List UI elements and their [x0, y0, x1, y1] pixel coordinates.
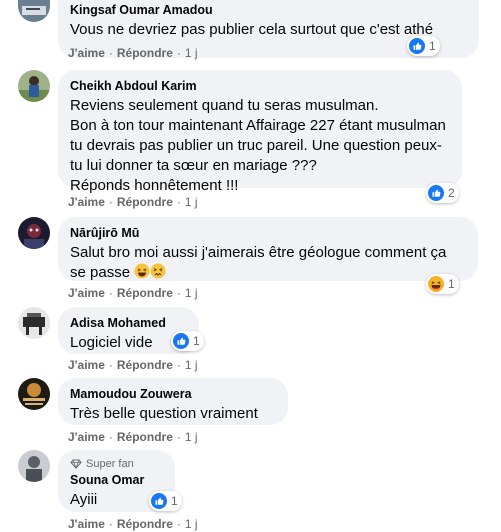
timestamp[interactable]: 1 j: [185, 358, 198, 372]
comment-text: Reviens seulement quand tu seras musulma…: [70, 97, 446, 194]
comment-actions: J'aime · Répondre · 1 j: [68, 195, 198, 209]
comment-author[interactable]: Cheikh Abdoul Karim: [70, 78, 450, 94]
reply-link[interactable]: Répondre: [117, 195, 173, 209]
avatar[interactable]: [18, 217, 50, 249]
reaction-summary[interactable]: 1: [171, 331, 204, 351]
like-icon: [428, 185, 444, 201]
reply-link[interactable]: Répondre: [117, 358, 173, 372]
timestamp[interactable]: 1 j: [185, 46, 198, 60]
reaction-summary[interactable]: 1: [426, 274, 459, 294]
like-link[interactable]: J'aime: [68, 430, 105, 444]
comment-text: Salut bro moi aussi j'aimerais être géol…: [70, 244, 447, 281]
haha-icon: [428, 276, 444, 292]
comment-author[interactable]: Souna Omar: [70, 472, 163, 488]
comment-text: Très belle question vraiment: [70, 405, 258, 422]
timestamp[interactable]: 1 j: [185, 286, 198, 300]
laughing-face-icon: [134, 263, 150, 279]
comment-actions: J'aime · Répondre · 1 j: [68, 358, 198, 372]
comment-author[interactable]: Nārûjirō Mū: [70, 225, 466, 241]
super-fan-badge: Super fan: [70, 458, 163, 470]
like-icon: [409, 38, 425, 54]
reaction-count: 1: [448, 277, 455, 291]
comment-actions: J'aime · Répondre · 1 j: [68, 430, 198, 444]
comment-bubble: Nārûjirō Mū Salut bro moi aussi j'aimera…: [58, 217, 478, 281]
avatar[interactable]: [18, 307, 50, 339]
reply-link[interactable]: Répondre: [117, 286, 173, 300]
diamond-icon: [70, 459, 82, 469]
avatar[interactable]: [18, 378, 50, 410]
comment-author[interactable]: Mamoudou Zouwera: [70, 386, 276, 402]
reaction-count: 1: [193, 334, 200, 348]
like-link[interactable]: J'aime: [68, 286, 105, 300]
reaction-summary[interactable]: 1: [407, 36, 440, 56]
timestamp[interactable]: 1 j: [185, 517, 198, 531]
comment-bubble: Cheikh Abdoul Karim Reviens seulement qu…: [58, 70, 462, 194]
like-link[interactable]: J'aime: [68, 46, 105, 60]
confounded-face-icon: [150, 263, 166, 279]
timestamp[interactable]: 1 j: [185, 195, 198, 209]
comment-bubble: Mamoudou Zouwera Très belle question vra…: [58, 378, 288, 425]
avatar[interactable]: [18, 70, 50, 102]
reaction-summary[interactable]: 1: [149, 491, 182, 511]
reply-link[interactable]: Répondre: [117, 430, 173, 444]
comment-text: Vous ne devriez pas publier cela surtout…: [70, 21, 434, 38]
timestamp[interactable]: 1 j: [185, 430, 198, 444]
comment-author[interactable]: Adisa Mohamed: [70, 315, 187, 331]
reaction-count: 2: [448, 186, 455, 200]
avatar[interactable]: [18, 0, 50, 22]
reaction-count: 1: [171, 494, 178, 508]
avatar[interactable]: [18, 450, 50, 482]
reply-link[interactable]: Répondre: [117, 46, 173, 60]
reaction-summary[interactable]: 2: [426, 183, 459, 203]
comment-actions: J'aime · Répondre · 1 j: [68, 517, 198, 531]
reply-link[interactable]: Répondre: [117, 517, 173, 531]
like-link[interactable]: J'aime: [68, 517, 105, 531]
comment-actions: J'aime · Répondre · 1 j: [68, 46, 198, 60]
comment-author[interactable]: Kingsaf Oumar Amadou: [70, 2, 467, 18]
like-icon: [173, 333, 189, 349]
comment-actions: J'aime · Répondre · 1 j: [68, 286, 198, 300]
like-icon: [151, 493, 167, 509]
comment-text: Logiciel vide: [70, 334, 153, 351]
reaction-count: 1: [429, 39, 436, 53]
like-link[interactable]: J'aime: [68, 195, 105, 209]
like-link[interactable]: J'aime: [68, 358, 105, 372]
